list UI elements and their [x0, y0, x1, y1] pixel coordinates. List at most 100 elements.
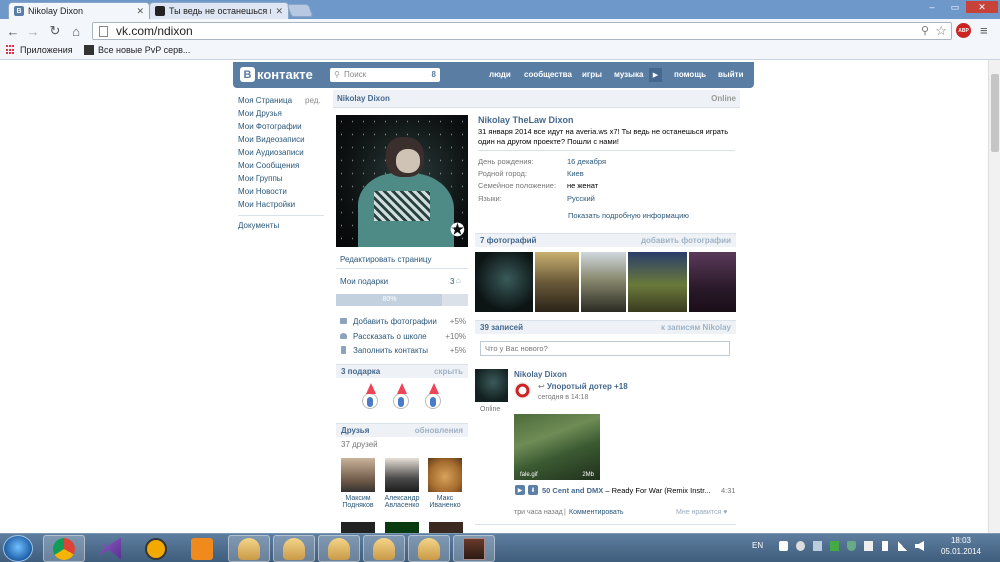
repost-time[interactable]: сегодня в 14:18: [538, 394, 588, 401]
repost-group-avatar[interactable]: [514, 382, 531, 399]
info-value[interactable]: Киев: [567, 169, 584, 178]
tab-second[interactable]: Ты ведь не останешься и ✕: [149, 2, 289, 19]
shield-tray-icon[interactable]: [847, 541, 856, 551]
address-bar[interactable]: vk.com/ndixon ⚲ ☆: [92, 22, 952, 40]
post-author-name[interactable]: Nikolay Dixon: [514, 370, 567, 379]
photo-thumb[interactable]: [581, 252, 626, 312]
nav-help[interactable]: помощь: [674, 62, 706, 88]
photo-thumb[interactable]: [689, 252, 736, 312]
menu-friends[interactable]: Мои Друзья: [238, 107, 324, 120]
taskbar-clock[interactable]: 18:03 05.01.2014: [936, 535, 986, 557]
photo-thumb[interactable]: [628, 252, 687, 312]
maximize-icon[interactable]: ▭: [944, 1, 966, 13]
play-audio-icon[interactable]: ▶: [515, 485, 525, 495]
taskbar-app-6[interactable]: [453, 535, 495, 562]
menu-icon[interactable]: ≡: [980, 23, 988, 38]
add-audio-icon[interactable]: ⬇: [528, 485, 538, 495]
menu-photos[interactable]: Мои Фотографии: [238, 120, 324, 133]
apps-bookmark[interactable]: Приложения: [6, 45, 73, 55]
post-gif-preview[interactable]: fale.gif 2Mb: [514, 414, 600, 480]
play-icon[interactable]: ▶: [649, 68, 662, 82]
monitor-tray-icon[interactable]: [813, 541, 822, 551]
start-button[interactable]: [3, 535, 33, 562]
menu-messages[interactable]: Мои Сообщения: [238, 159, 324, 172]
taskbar-app-1[interactable]: [228, 535, 270, 562]
tab-nikolay-dixon[interactable]: B Nikolay Dixon ✕: [8, 2, 150, 19]
to-posts-link[interactable]: к записям Nikolay: [661, 323, 731, 332]
nav-people[interactable]: люди: [489, 62, 511, 88]
gifts-title[interactable]: 3 подарка: [341, 367, 380, 376]
photo-thumb[interactable]: [475, 252, 533, 312]
menu-videos[interactable]: Мои Видеозаписи: [238, 133, 324, 146]
edit-page-link[interactable]: Редактировать страницу: [340, 255, 432, 264]
adblock-icon[interactable]: ABP: [956, 23, 971, 38]
taskbar-app-2[interactable]: [273, 535, 315, 562]
friend-card[interactable]: Александр Авласенко: [380, 458, 424, 509]
bookmark-star-icon[interactable]: ☆: [935, 23, 947, 39]
nav-music[interactable]: музыка: [614, 62, 643, 88]
info-value[interactable]: 16 декабря: [567, 157, 606, 166]
vk-tray-icon[interactable]: [779, 541, 788, 551]
friend-avatar-partial[interactable]: [429, 522, 463, 533]
minimize-icon[interactable]: –: [921, 1, 943, 13]
pvp-bookmark[interactable]: Все новые PvP серв...: [84, 45, 190, 55]
menu-settings[interactable]: Мои Настройки: [238, 198, 324, 211]
friend-card[interactable]: Макс Иваненко: [423, 458, 467, 509]
window-close-icon[interactable]: ✕: [966, 1, 998, 13]
signal-tray-icon[interactable]: [898, 541, 907, 551]
taskbar-app-4[interactable]: [363, 535, 405, 562]
taskbar-media[interactable]: [181, 535, 223, 562]
comment-link[interactable]: Комментировать: [569, 509, 624, 516]
close-tab-icon[interactable]: ✕: [136, 6, 144, 17]
taskbar-app-3[interactable]: [318, 535, 360, 562]
nav-logout[interactable]: выйти: [718, 62, 744, 88]
friends-updates-link[interactable]: обновления: [415, 426, 463, 435]
menu-groups[interactable]: Мои Группы: [238, 172, 324, 185]
friend-avatar-partial[interactable]: [385, 522, 419, 533]
vk-search-input[interactable]: ⚲ Поиск 8: [330, 68, 440, 82]
taskbar-vs[interactable]: [89, 535, 131, 562]
close-tab-icon[interactable]: ✕: [275, 6, 283, 17]
gift-2[interactable]: [387, 383, 415, 413]
home-icon[interactable]: ⌂: [68, 23, 84, 39]
friend-card[interactable]: Максим Подняков: [336, 458, 380, 509]
nav-games[interactable]: игры: [582, 62, 602, 88]
taskbar-app-5[interactable]: [408, 535, 450, 562]
gift-1[interactable]: [356, 383, 384, 413]
post-author-avatar[interactable]: [475, 369, 508, 402]
taskbar-aimp[interactable]: [135, 535, 177, 562]
steam-tray-icon[interactable]: [796, 541, 805, 551]
repost-group-name[interactable]: Упоротый дотер +18: [547, 382, 628, 391]
taskbar-chrome[interactable]: [43, 535, 85, 562]
my-gifts-link[interactable]: Мои подарки: [340, 277, 388, 286]
friends-title[interactable]: Друзья: [341, 426, 369, 435]
page-scrollbar[interactable]: [988, 60, 1000, 533]
vk-logo[interactable]: В контакте: [240, 67, 313, 82]
back-icon[interactable]: ←: [5, 23, 21, 39]
status-text[interactable]: 31 января 2014 все идут на averia.ws x7!…: [478, 127, 733, 147]
app-tray-icon[interactable]: [830, 541, 839, 551]
menu-documents[interactable]: Документы: [238, 219, 324, 232]
new-tab-button[interactable]: [286, 4, 314, 17]
battery-tray-icon[interactable]: [882, 541, 888, 551]
hide-gifts-link[interactable]: скрыть: [434, 367, 463, 376]
show-more-info-link[interactable]: Показать подробную информацию: [568, 211, 689, 220]
wall-post-input[interactable]: Что у Вас нового?: [480, 341, 730, 356]
info-value[interactable]: Русский: [567, 194, 595, 203]
scroll-thumb[interactable]: [991, 74, 999, 152]
profile-avatar[interactable]: ✪: [336, 115, 468, 247]
photo-thumb[interactable]: [535, 252, 579, 312]
reload-icon[interactable]: ↻: [47, 23, 63, 39]
nav-communities[interactable]: сообщества: [524, 62, 572, 88]
photos-title[interactable]: 7 фотографий: [480, 236, 536, 245]
menu-news[interactable]: Мои Новости: [238, 185, 324, 198]
menu-my-page[interactable]: Моя Страница ред.: [238, 94, 324, 107]
forward-icon[interactable]: →: [25, 23, 41, 39]
wall-title[interactable]: 39 записей: [480, 323, 523, 332]
add-photos-link[interactable]: добавить фотографии: [641, 236, 731, 245]
like-button[interactable]: Мне нравится ♥: [676, 509, 727, 516]
edit-link[interactable]: ред.: [305, 94, 321, 107]
menu-audio[interactable]: Мои Аудиозаписи: [238, 146, 324, 159]
post-time[interactable]: три часа назад: [514, 509, 563, 516]
friend-avatar-partial[interactable]: [341, 522, 375, 533]
